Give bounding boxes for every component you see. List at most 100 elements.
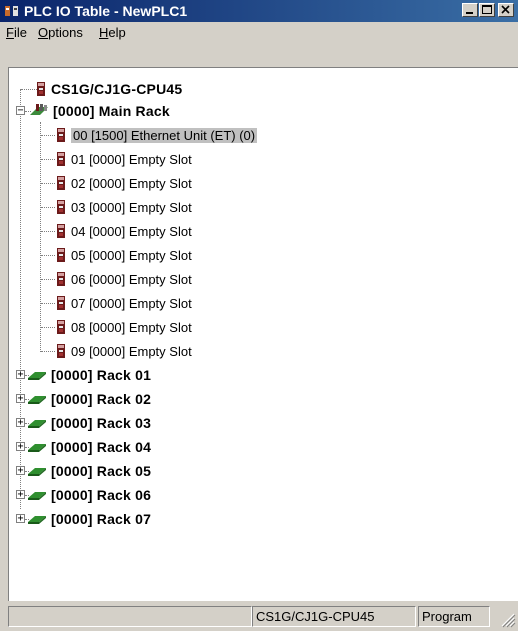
tree-item-rack-02[interactable]: [0000] Rack 02 [27,388,151,410]
close-button[interactable] [498,3,514,17]
tree-connector [41,351,55,352]
io-tree-view[interactable]: CS1G/CJ1G-CPU45 − [0000] Main Rack 00 [1500… [8,67,518,601]
slot-unit-icon [57,344,65,358]
menu-options[interactable]: Options [38,25,83,41]
menu-file[interactable]: File [6,25,27,41]
tree-connector [41,255,55,256]
tree-item-label: [0000] Rack 02 [51,391,152,407]
minimize-button[interactable] [462,3,478,17]
rack-icon [28,396,46,404]
rack-expand-toggle[interactable]: + [16,394,25,404]
menu-help-accel: H [99,25,109,40]
tree-item-rack-07[interactable]: [0000] Rack 07 [27,508,151,530]
tree-connector [41,303,55,304]
rack-icon [28,468,46,476]
tree-item-slot-08[interactable]: 08 [0000] Empty Slot [55,316,192,338]
tree-connector-main-rack [40,122,41,352]
rack-icon [28,492,46,500]
menu-file-rest: ile [13,25,27,40]
main-rack-collapse-toggle[interactable]: − [16,106,25,116]
tree-item-label: [0000] Rack 03 [51,415,152,431]
title-bar[interactable]: PLC IO Table - NewPLC1 [0,0,518,22]
rack-icon [28,372,46,380]
tree-item-slot-01[interactable]: 01 [0000] Empty Slot [55,148,192,170]
slot-unit-icon [57,320,65,334]
tree-item-slot-05[interactable]: 05 [0000] Empty Slot [55,244,192,266]
tree-item-slot-09[interactable]: 09 [0000] Empty Slot [55,340,192,362]
rack-expand-toggle[interactable]: + [16,514,25,524]
maximize-button[interactable] [479,3,495,17]
tree-item-slot-03[interactable]: 03 [0000] Empty Slot [55,196,192,218]
tree-item-rack-06[interactable]: [0000] Rack 06 [27,484,151,506]
menu-bar: File Options Help [0,22,518,42]
slot-unit-icon [57,176,65,190]
tree-connector [41,279,55,280]
rack-expand-toggle[interactable]: + [16,442,25,452]
tree-item-label: 08 [0000] Empty Slot [71,319,192,335]
status-pane-message [8,606,252,627]
tree-item-cpu[interactable]: CS1G/CJ1G-CPU45 [35,78,182,100]
menu-options-rest: ptions [48,25,83,40]
tree-item-label: 07 [0000] Empty Slot [71,295,192,311]
status-mode: Program [418,606,490,627]
tree-item-label: 03 [0000] Empty Slot [71,199,192,215]
tree-item-label: 05 [0000] Empty Slot [71,247,192,263]
tree-item-main-rack[interactable]: [0000] Main Rack [29,100,170,122]
status-cpu-model: CS1G/CJ1G-CPU45 [252,606,416,627]
rack-expand-toggle[interactable]: + [16,466,25,476]
tree-item-label: [0000] Rack 07 [51,511,152,527]
tree-item-label: [0000] Rack 04 [51,439,152,455]
tree-item-slot-02[interactable]: 02 [0000] Empty Slot [55,172,192,194]
slot-unit-icon [57,152,65,166]
slot-unit-icon [57,128,65,142]
tree-item-label: [0000] Rack 06 [51,487,152,503]
tree-item-rack-04[interactable]: [0000] Rack 04 [27,436,151,458]
menu-help-rest: elp [108,25,126,40]
minimize-icon [466,12,473,14]
tree-item-slot-00[interactable]: 00 [1500] Ethernet Unit (ET) (0) [55,124,258,146]
tree-item-slot-07[interactable]: 07 [0000] Empty Slot [55,292,192,314]
tree-item-rack-03[interactable]: [0000] Rack 03 [27,412,151,434]
tree-item-rack-05[interactable]: [0000] Rack 05 [27,460,151,482]
rack-icon [28,420,46,428]
tree-item-label: [0000] Main Rack [53,103,170,119]
tree-item-label: CS1G/CJ1G-CPU45 [51,81,183,97]
cpu-unit-icon [37,82,45,96]
size-grip-icon[interactable] [496,608,516,628]
tree-item-label: 01 [0000] Empty Slot [71,151,192,167]
tree-connector [41,159,55,160]
rack-icon [28,516,46,524]
tree-item-label: 02 [0000] Empty Slot [71,175,192,191]
tree-connector [41,231,55,232]
maximize-icon [482,5,492,14]
close-icon [501,5,510,14]
slot-unit-icon [57,224,65,238]
tree-connector [41,207,55,208]
tree-item-label: [0000] Rack 05 [51,463,152,479]
tree-connector [41,327,55,328]
menu-options-accel: O [38,25,49,40]
menu-file-accel: F [6,25,14,40]
slot-unit-icon [57,248,65,262]
slot-unit-icon [57,200,65,214]
tree-item-rack-01[interactable]: [0000] Rack 01 [27,364,151,386]
tree-item-slot-06[interactable]: 06 [0000] Empty Slot [55,268,192,290]
tree-connector [41,183,55,184]
slot-unit-icon [57,272,65,286]
rack-expand-toggle[interactable]: + [16,370,25,380]
tree-item-label: 06 [0000] Empty Slot [71,271,192,287]
tree-item-label: 00 [1500] Ethernet Unit (ET) (0) [71,127,258,143]
tree-item-label: 09 [0000] Empty Slot [71,343,192,359]
slot-unit-icon [57,296,65,310]
status-bar: CS1G/CJ1G-CPU45 Program [0,600,518,631]
tree-item-label: 04 [0000] Empty Slot [71,223,192,239]
rack-expand-toggle[interactable]: + [16,490,25,500]
tree-connector [41,135,55,136]
tree-item-slot-04[interactable]: 04 [0000] Empty Slot [55,220,192,242]
plc-io-table-icon [5,6,18,16]
tree-item-label: [0000] Rack 01 [51,367,152,383]
menu-help[interactable]: Help [99,25,126,41]
window-title: PLC IO Table - NewPLC1 [24,3,188,19]
rack-icon [28,444,46,452]
rack-expand-toggle[interactable]: + [16,418,25,428]
